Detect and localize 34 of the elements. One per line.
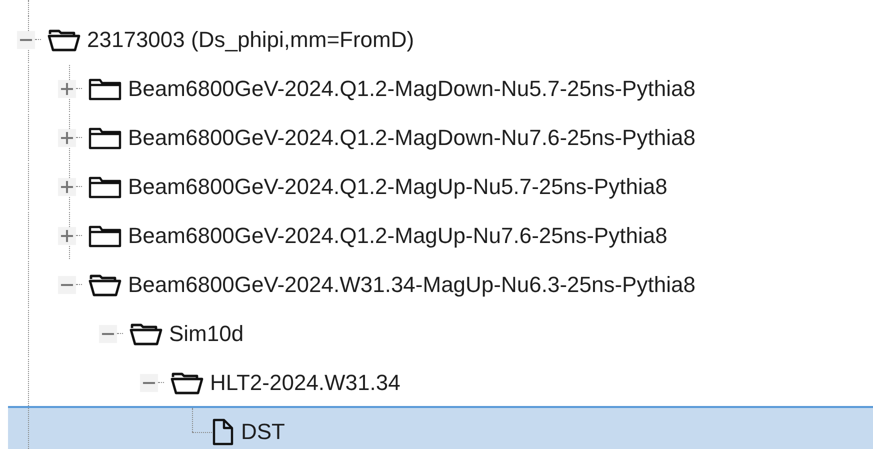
node-label: 23173003 (Ds_phipi,mm=FromD) <box>87 26 414 54</box>
folder-icon <box>88 126 122 150</box>
folder-icon <box>88 76 122 100</box>
tree-row[interactable]: Beam6800GeV-2024.Q1.2-MagUp-Nu7.6-25ns-Pythia8 <box>8 210 873 259</box>
tree-row[interactable]: Beam6800GeV-2024.Q1.2-MagUp-Nu5.7-25ns-Pythia8 <box>8 161 873 210</box>
tree-row[interactable]: DST <box>8 406 873 449</box>
expand-icon[interactable] <box>58 128 76 146</box>
collapse-icon[interactable] <box>58 276 76 294</box>
folder-icon <box>88 224 122 248</box>
tree-row[interactable]: 23173003 (Ds_phipi,mm=FromD) <box>8 14 873 63</box>
open-folder-icon <box>129 322 163 346</box>
open-folder-icon <box>88 272 122 296</box>
tree-row[interactable]: Beam6800GeV-2024.W31.34-MagUp-Nu6.3-25ns-Pythia8 <box>8 259 873 308</box>
expand-icon[interactable] <box>58 80 76 98</box>
open-folder-icon <box>47 28 81 52</box>
document-icon <box>211 418 235 446</box>
collapse-icon[interactable] <box>98 324 116 342</box>
collapse-icon[interactable] <box>140 374 158 392</box>
node-label: Beam6800GeV-2024.W31.34-MagUp-Nu6.3-25ns-Pythia8 <box>128 271 696 299</box>
folder-icon <box>88 174 122 198</box>
expand-icon[interactable] <box>58 226 76 244</box>
node-label: Beam6800GeV-2024.Q1.2-MagUp-Nu5.7-25ns-Pythia8 <box>128 173 668 201</box>
tree-row[interactable]: Beam6800GeV-2024.Q1.2-MagDown-Nu7.6-25ns-Pythia8 <box>8 112 873 161</box>
tree-row[interactable]: Beam6800GeV-2024.Q1.2-MagDown-Nu5.7-25ns-Pythia8 <box>8 63 873 112</box>
node-label: Beam6800GeV-2024.Q1.2-MagUp-Nu7.6-25ns-Pythia8 <box>128 222 668 250</box>
node-label: DST <box>241 418 285 446</box>
tree-row[interactable]: Sim10d <box>8 308 873 357</box>
collapse-icon[interactable] <box>16 30 34 48</box>
node-label: Beam6800GeV-2024.Q1.2-MagDown-Nu5.7-25ns-Pythia8 <box>128 75 696 103</box>
node-label: HLT2-2024.W31.34 <box>210 369 400 397</box>
open-folder-icon <box>170 370 204 394</box>
node-label: Sim10d <box>169 320 244 348</box>
expand-icon[interactable] <box>58 178 76 196</box>
node-label: Beam6800GeV-2024.Q1.2-MagDown-Nu7.6-25ns-Pythia8 <box>128 124 696 152</box>
